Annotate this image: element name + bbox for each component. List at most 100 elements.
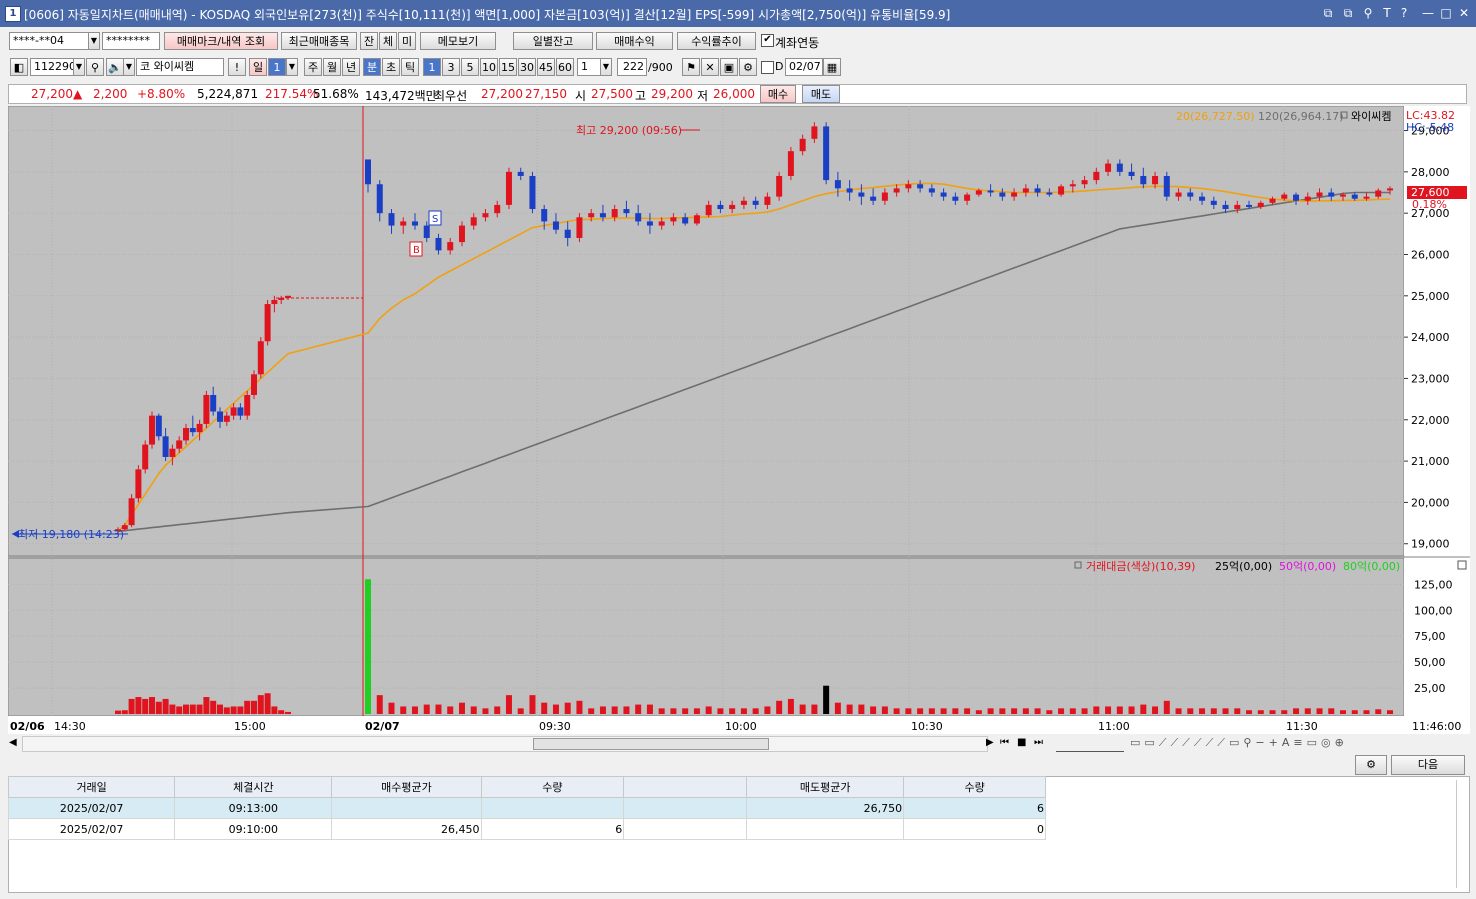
minimize-button[interactable]: —: [1420, 5, 1436, 21]
save-icon[interactable]: ▣: [720, 58, 738, 76]
scroll-left-icon[interactable]: ◀: [9, 737, 17, 748]
font-icon[interactable]: T: [1379, 5, 1395, 21]
minute-30-button[interactable]: 30: [518, 58, 536, 76]
volume-bar: [705, 706, 712, 714]
period-dropdown-icon[interactable]: ▼: [286, 58, 298, 76]
account-dropdown-icon[interactable]: ▼: [88, 32, 100, 50]
tab-executed[interactable]: 체: [379, 32, 397, 50]
candle-body: [1034, 188, 1041, 193]
return-trend-button[interactable]: 수익률추이: [677, 32, 756, 50]
buy-button[interactable]: 매수: [760, 85, 796, 103]
date-checkbox[interactable]: [761, 61, 774, 74]
minute-15-button[interactable]: 15: [499, 58, 517, 76]
tile-icon[interactable]: ⧉: [1320, 5, 1336, 21]
date-input[interactable]: 02/07: [785, 58, 823, 76]
indicator-icon[interactable]: ⚑: [682, 58, 700, 76]
volume-tick-label: 50,00: [1414, 656, 1446, 669]
period-week-button[interactable]: 주: [304, 58, 322, 76]
volume-bar: [834, 702, 841, 714]
minute-5-button[interactable]: 5: [461, 58, 479, 76]
col-buy-avg[interactable]: 매수평균가: [331, 776, 482, 798]
stock-code-input[interactable]: 112290: [30, 58, 76, 76]
volume-bar: [905, 708, 912, 714]
memo-button[interactable]: 메모보기: [420, 32, 496, 50]
scroll-right-icon[interactable]: ▶: [986, 737, 994, 748]
panel-icon[interactable]: ◧: [10, 58, 28, 76]
cascade-icon[interactable]: ⧉: [1340, 5, 1356, 21]
close-button[interactable]: ✕: [1456, 5, 1472, 21]
gear-icon[interactable]: ⚙: [739, 58, 757, 76]
calendar-icon[interactable]: ▦: [823, 58, 841, 76]
alert-button[interactable]: !: [228, 58, 246, 76]
candle-body: [135, 469, 142, 499]
speaker-icon[interactable]: 🔈: [106, 58, 124, 76]
interval-dropdown-icon[interactable]: ▼: [600, 58, 612, 76]
candle-body: [1152, 175, 1159, 185]
trade-profit-button[interactable]: 매매수익: [596, 32, 673, 50]
next-button[interactable]: 다음: [1391, 755, 1465, 775]
zoom-slider[interactable]: [1056, 737, 1124, 752]
scrollbar-thumb[interactable]: [533, 738, 769, 750]
period-day-count[interactable]: 1: [268, 58, 286, 76]
drawing-tools-icon[interactable]: ▭▭⟋⟋⟋⟋⟋⟋▭⚲−+A≡▭◎⊕: [1130, 736, 1348, 750]
password-input[interactable]: ********: [102, 32, 160, 50]
stock-name-field[interactable]: 코 와이씨켐: [136, 58, 224, 76]
maximize-button[interactable]: □: [1438, 5, 1454, 21]
code-dropdown-icon[interactable]: ▼: [73, 58, 85, 76]
volume-bar: [285, 711, 291, 714]
high-annotation: 최고 29,200 (09:56): [576, 124, 682, 137]
cross-icon[interactable]: ✕: [701, 58, 719, 76]
price-chart[interactable]: 29,00028,00027,00026,00025,00024,00023,0…: [7, 105, 1470, 734]
speaker-dropdown-icon[interactable]: ▼: [123, 58, 135, 76]
col-sell-avg[interactable]: 매도평균가: [746, 776, 905, 798]
price-tick-label: 22,000: [1411, 414, 1450, 427]
minute-60-button[interactable]: 60: [556, 58, 574, 76]
forward-icon[interactable]: ⏭: [1034, 737, 1043, 748]
daily-balance-button[interactable]: 일별잔고: [513, 32, 593, 50]
volume-bar: [128, 698, 135, 714]
volume-bar: [940, 708, 947, 714]
period-tick-button[interactable]: 틱: [401, 58, 419, 76]
col-trade-date[interactable]: 거래일: [7, 776, 176, 798]
search-icon[interactable]: ⚲: [86, 58, 104, 76]
table-row[interactable]: 2025/02/07 09:13:00 26,750 6: [7, 797, 1046, 819]
period-minute-button[interactable]: 분: [363, 58, 381, 76]
period-month-button[interactable]: 월: [323, 58, 341, 76]
chart-scrollbar[interactable]: [22, 736, 988, 752]
minute-1-button[interactable]: 1: [423, 58, 441, 76]
minute-3-button[interactable]: 3: [442, 58, 460, 76]
cell-time: 09:10:00: [174, 818, 333, 840]
period-second-button[interactable]: 초: [382, 58, 400, 76]
candle-body: [576, 217, 583, 238]
period-day-button[interactable]: 일: [249, 58, 267, 76]
legend-stock: 와이씨켐: [1351, 110, 1391, 123]
chart-area[interactable]: 29,000 28,000 27,000 26,000 25,000 24,000 23,0…: [7, 105, 1470, 734]
help-icon[interactable]: ?: [1396, 5, 1412, 21]
account-link-checkbox[interactable]: ✔: [761, 34, 774, 47]
candle-body: [1140, 175, 1147, 185]
account-input[interactable]: ****-**04: [9, 32, 89, 50]
bar-count-input[interactable]: 222: [617, 58, 647, 76]
minute-45-button[interactable]: 45: [537, 58, 555, 76]
sell-button[interactable]: 매도: [802, 85, 840, 103]
rewind-icon[interactable]: ⏮: [1000, 737, 1009, 748]
col-buy-qty[interactable]: 수량: [480, 776, 625, 798]
period-year-button[interactable]: 년: [342, 58, 360, 76]
col-exec-time[interactable]: 체결시간: [174, 776, 333, 798]
recent-trades-button[interactable]: 최근매매종목: [281, 32, 357, 50]
candle-body: [623, 209, 630, 214]
tab-balance[interactable]: 잔: [360, 32, 378, 50]
table-row[interactable]: 2025/02/07 09:10:00 26,450 6 0: [7, 818, 1046, 840]
interval-count-input[interactable]: 1: [577, 58, 601, 76]
pin-icon[interactable]: ⚲: [1360, 5, 1376, 21]
stop-icon[interactable]: ■: [1017, 737, 1026, 748]
candle-body: [149, 415, 155, 445]
marks-query-button[interactable]: 매매마크/내역 조회: [164, 32, 278, 50]
panel-close-icon[interactable]: [1457, 560, 1467, 570]
tab-unfilled[interactable]: 미: [398, 32, 416, 50]
settings-gear-icon[interactable]: ⚙: [1355, 755, 1387, 775]
table-scrollbar[interactable]: [1456, 780, 1467, 888]
col-sell-qty[interactable]: 수량: [903, 776, 1046, 798]
minute-10-button[interactable]: 10: [480, 58, 498, 76]
volume-bar: [365, 579, 371, 714]
